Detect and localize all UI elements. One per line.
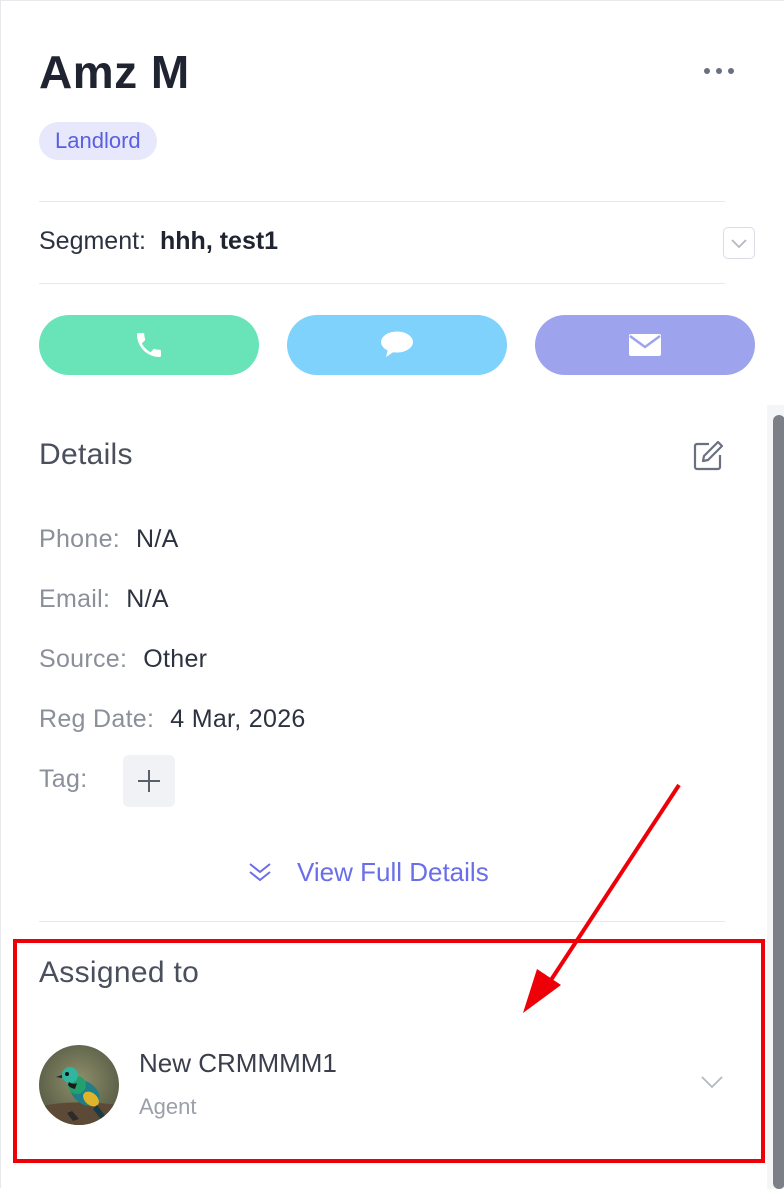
chevron-down-icon xyxy=(731,239,747,249)
chevron-down-icon xyxy=(701,1076,723,1089)
source-field: Source: Other xyxy=(39,645,207,674)
source-label: Source: xyxy=(39,645,128,673)
call-button[interactable] xyxy=(39,315,259,375)
email-field: Email: N/A xyxy=(39,585,169,614)
tag-label: Tag: xyxy=(39,765,88,793)
divider xyxy=(39,283,725,284)
tag-field: Tag: xyxy=(39,765,87,794)
phone-field: Phone: N/A xyxy=(39,525,179,554)
reg-date-label: Reg Date: xyxy=(39,705,155,733)
assignee-dropdown-button[interactable] xyxy=(697,1067,727,1097)
bird-avatar-image xyxy=(39,1045,119,1125)
more-horizontal-icon xyxy=(704,68,734,74)
phone-value: N/A xyxy=(136,525,179,553)
divider xyxy=(39,201,725,202)
email-value: N/A xyxy=(126,585,169,613)
divider xyxy=(39,921,725,922)
source-value: Other xyxy=(143,645,208,673)
segment-value: hhh, test1 xyxy=(160,227,279,255)
reg-date-field: Reg Date: 4 Mar, 2026 xyxy=(39,705,306,734)
plus-icon xyxy=(138,770,160,792)
double-chevron-down-icon xyxy=(249,863,271,882)
view-full-details-link[interactable]: View Full Details xyxy=(247,855,489,889)
scrollbar-thumb[interactable] xyxy=(773,415,784,1189)
edit-details-button[interactable] xyxy=(689,437,727,475)
reg-date-value: 4 Mar, 2026 xyxy=(170,705,306,733)
role-badge: Landlord xyxy=(39,122,157,160)
view-full-details-label: View Full Details xyxy=(297,856,489,887)
mail-icon xyxy=(629,334,661,356)
segment-label: Segment: xyxy=(39,227,147,255)
segment-dropdown-button[interactable] xyxy=(723,227,755,259)
email-label: Email: xyxy=(39,585,111,613)
email-button[interactable] xyxy=(535,315,755,375)
agent-avatar xyxy=(39,1045,119,1125)
edit-icon xyxy=(693,440,724,471)
details-heading: Details xyxy=(39,438,133,471)
more-options-button[interactable] xyxy=(697,57,741,85)
contact-panel: Amz M Landlord Segment: hhh, test1 Detai… xyxy=(0,0,784,1189)
chat-button[interactable] xyxy=(287,315,507,375)
phone-icon xyxy=(137,333,161,357)
agent-name: New CRMMMM1 xyxy=(139,1048,337,1078)
add-tag-button[interactable] xyxy=(123,755,175,807)
chat-bubble-icon xyxy=(381,331,413,357)
agent-role: Agent xyxy=(139,1094,197,1119)
phone-label: Phone: xyxy=(39,525,121,553)
assigned-heading: Assigned to xyxy=(39,956,200,989)
contact-name: Amz M xyxy=(39,46,190,98)
segment-row: Segment: hhh, test1 xyxy=(39,227,278,256)
